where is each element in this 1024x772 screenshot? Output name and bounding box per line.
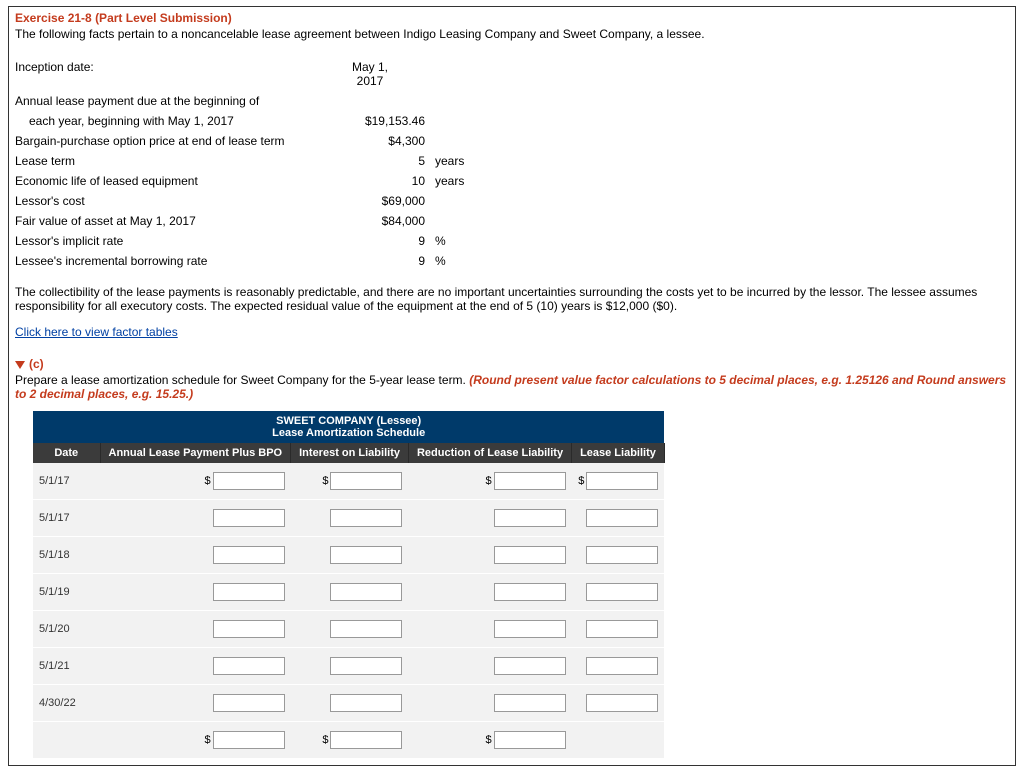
econ-life-unit: years (431, 171, 470, 191)
annual-payment-value: $19,153.46 (315, 111, 431, 131)
payment-input-4[interactable] (213, 620, 285, 638)
liability-input-4[interactable] (586, 620, 658, 638)
reduction-input-2[interactable] (494, 546, 566, 564)
amortization-schedule-table: SWEET COMPANY (Lessee) Lease Amortizatio… (33, 411, 665, 759)
reduction-total[interactable] (494, 731, 566, 749)
reduction-input-0[interactable] (494, 472, 566, 490)
liability-input-0[interactable] (586, 472, 658, 490)
reduction-input-3[interactable] (494, 583, 566, 601)
date-cell: 5/1/17 (33, 500, 100, 537)
interest-input-0[interactable] (330, 472, 402, 490)
implicit-rate-label: Lessor's implicit rate (15, 231, 315, 251)
date-cell: 5/1/20 (33, 611, 100, 648)
reduction-input-5[interactable] (494, 657, 566, 675)
implicit-rate-value: 9 (315, 231, 431, 251)
factor-tables-link[interactable]: Click here to view factor tables (15, 325, 178, 339)
part-c-marker: (c) (15, 357, 1009, 371)
fair-value-label: Fair value of asset at May 1, 2017 (15, 211, 315, 231)
hdr-interest: Interest on Liability (291, 443, 409, 463)
date-cell: 5/1/19 (33, 574, 100, 611)
payment-input-5[interactable] (213, 657, 285, 675)
liability-input-2[interactable] (586, 546, 658, 564)
fair-value-value: $84,000 (315, 211, 431, 231)
prepare-text: Prepare a lease amortization schedule fo… (15, 373, 1009, 401)
borrow-rate-label: Lessee's incremental borrowing rate (15, 251, 315, 271)
liability-input-6[interactable] (586, 694, 658, 712)
schedule-title: SWEET COMPANY (Lessee) Lease Amortizatio… (33, 411, 664, 443)
interest-input-2[interactable] (330, 546, 402, 564)
interest-input-1[interactable] (330, 509, 402, 527)
facts-table: Inception date: May 1, 2017 Annual lease… (15, 57, 470, 271)
interest-input-4[interactable] (330, 620, 402, 638)
interest-input-6[interactable] (330, 694, 402, 712)
payment-input-2[interactable] (213, 546, 285, 564)
date-cell: 4/30/22 (33, 685, 100, 722)
interest-total[interactable] (330, 731, 402, 749)
lessor-cost-label: Lessor's cost (15, 191, 315, 211)
interest-input-3[interactable] (330, 583, 402, 601)
annual-payment-label-2: each year, beginning with May 1, 2017 (15, 111, 315, 131)
liability-input-1[interactable] (586, 509, 658, 527)
econ-life-value: 10 (315, 171, 431, 191)
date-cell: 5/1/21 (33, 648, 100, 685)
borrow-rate-unit: % (431, 251, 470, 271)
date-cell: 5/1/17 (33, 463, 100, 500)
borrow-rate-value: 9 (315, 251, 431, 271)
bpo-value: $4,300 (315, 131, 431, 151)
reduction-input-1[interactable] (494, 509, 566, 527)
econ-life-label: Economic life of leased equipment (15, 171, 315, 191)
payment-total[interactable] (213, 731, 285, 749)
hdr-payment: Annual Lease Payment Plus BPO (100, 443, 291, 463)
interest-input-5[interactable] (330, 657, 402, 675)
exercise-title: Exercise 21-8 (Part Level Submission) (15, 11, 1009, 25)
hdr-reduction: Reduction of Lease Liability (408, 443, 571, 463)
reduction-input-6[interactable] (494, 694, 566, 712)
payment-input-1[interactable] (213, 509, 285, 527)
payment-input-0[interactable] (213, 472, 285, 490)
liability-input-3[interactable] (586, 583, 658, 601)
implicit-rate-unit: % (431, 231, 470, 251)
payment-input-6[interactable] (213, 694, 285, 712)
reduction-input-4[interactable] (494, 620, 566, 638)
triangle-down-icon (15, 361, 25, 369)
payment-input-3[interactable] (213, 583, 285, 601)
lessor-cost-value: $69,000 (315, 191, 431, 211)
bpo-label: Bargain-purchase option price at end of … (15, 131, 315, 151)
lease-term-unit: years (431, 151, 470, 171)
annual-payment-label-1: Annual lease payment due at the beginnin… (15, 91, 315, 111)
collectibility-text: The collectibility of the lease payments… (15, 285, 1009, 313)
hdr-liability: Lease Liability (572, 443, 665, 463)
inception-label: Inception date: (15, 57, 315, 91)
date-cell: 5/1/18 (33, 537, 100, 574)
exercise-intro: The following facts pertain to a noncanc… (15, 27, 1009, 41)
lease-term-value: 5 (315, 151, 431, 171)
lease-term-label: Lease term (15, 151, 315, 171)
liability-input-5[interactable] (586, 657, 658, 675)
hdr-date: Date (33, 443, 100, 463)
inception-value: May 1, 2017 (315, 57, 431, 91)
